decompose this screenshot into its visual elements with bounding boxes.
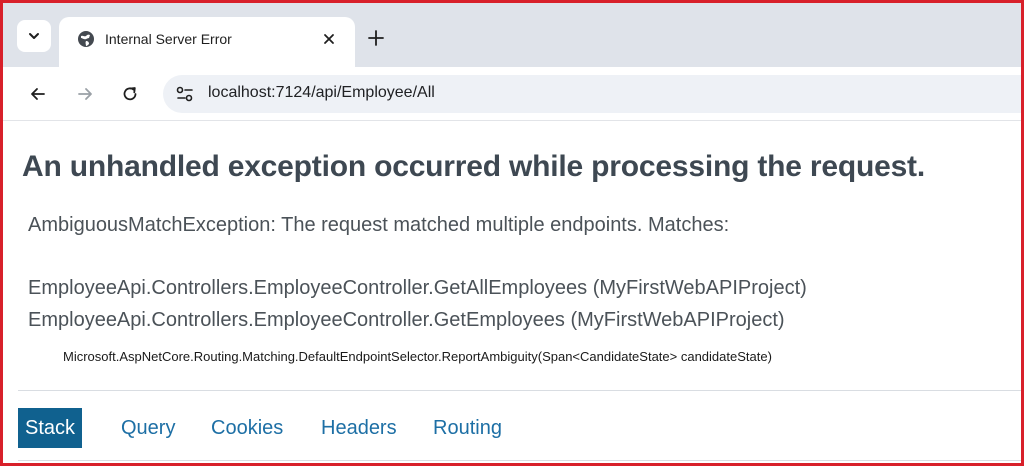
forward-arrow-icon[interactable] xyxy=(75,84,95,104)
tab-title: Internal Server Error xyxy=(105,31,232,47)
tab-cookies[interactable]: Cookies xyxy=(204,408,290,448)
browser-toolbar: localhost:7124/api/Employee/All xyxy=(3,67,1021,121)
tab-routing[interactable]: Routing xyxy=(426,408,509,448)
url-text[interactable]: localhost:7124/api/Employee/All xyxy=(208,84,435,102)
tab-list-button[interactable] xyxy=(17,20,51,52)
tab-list-icon xyxy=(29,33,39,39)
globe-icon xyxy=(78,31,94,47)
close-icon[interactable] xyxy=(321,31,337,47)
page-content: An unhandled exception occurred while pr… xyxy=(3,121,1021,463)
endpoint-match: EmployeeApi.Controllers.EmployeeControll… xyxy=(28,277,807,299)
screenshot-frame: Internal Server Error localhost:7124/api… xyxy=(0,0,1024,466)
browser-tab-active[interactable]: Internal Server Error xyxy=(59,17,355,67)
browser-tab-strip: Internal Server Error xyxy=(3,3,1021,67)
page-title: An unhandled exception occurred while pr… xyxy=(22,150,925,183)
back-arrow-icon[interactable] xyxy=(28,84,48,104)
reload-icon[interactable] xyxy=(120,84,140,104)
divider xyxy=(18,460,1021,461)
address-bar[interactable]: localhost:7124/api/Employee/All xyxy=(163,75,1021,113)
exception-location: Microsoft.AspNetCore.Routing.Matching.De… xyxy=(63,349,772,364)
divider xyxy=(18,390,1021,391)
site-info-icon[interactable] xyxy=(175,85,195,103)
tab-query[interactable]: Query xyxy=(114,408,182,448)
tab-stack[interactable]: Stack xyxy=(18,408,83,448)
tab-headers[interactable]: Headers xyxy=(314,408,404,448)
endpoint-match: EmployeeApi.Controllers.EmployeeControll… xyxy=(28,309,785,331)
plus-icon[interactable] xyxy=(365,27,387,49)
exception-message: AmbiguousMatchException: The request mat… xyxy=(28,214,730,236)
